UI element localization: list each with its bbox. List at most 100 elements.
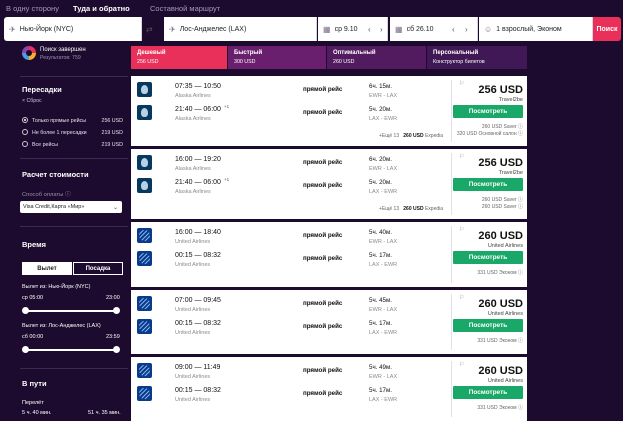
route: LAX - EWR	[369, 330, 398, 336]
vendor: United Airlines	[487, 311, 523, 317]
tab-round-trip[interactable]: Туда и обратно	[73, 4, 130, 13]
view-button[interactable]: Посмотреть	[453, 386, 523, 399]
flight-times: 16:00 — 18:40	[175, 229, 221, 236]
airline-logo-icon	[137, 155, 152, 170]
vendor: United Airlines	[487, 243, 523, 249]
sort-tab-title: Быстрый	[234, 50, 263, 56]
price: 260 USD	[478, 365, 523, 377]
stops-option-label: Только прямые рейсы	[32, 118, 87, 124]
passengers-field[interactable]: ☺ 1 взрослый, Эконом	[479, 17, 593, 41]
next-date-icon[interactable]: ›	[380, 17, 383, 41]
carrier-name: United Airlines	[175, 397, 211, 403]
tab-one-way[interactable]: В одну сторону	[6, 4, 59, 13]
duration: 5ч. 45м.	[369, 297, 392, 304]
next-return-icon[interactable]: ›	[465, 17, 468, 41]
prev-return-icon[interactable]: ‹	[452, 17, 455, 41]
flight-times: 00:15 — 08:32	[175, 252, 221, 259]
tab-multi-city[interactable]: Составной маршрут	[150, 4, 220, 13]
passengers-value: 1 взрослый, Эконом	[496, 25, 562, 33]
route: LAX - EWR	[369, 189, 398, 195]
info-icon: ⓘ	[64, 192, 71, 198]
stops-label: прямой рейс	[303, 86, 343, 93]
radio-all[interactable]	[22, 141, 28, 147]
view-button[interactable]: Посмотреть	[453, 251, 523, 264]
sort-tab-cheapest[interactable]: Дешевый 256 USD	[131, 46, 227, 69]
slider1-to: 23:00	[106, 295, 120, 301]
duration: 5ч. 40м.	[369, 229, 392, 236]
airline-logo-icon	[137, 178, 152, 193]
payment-select[interactable]: Visa Credit,Карта «Мир» ⌄	[20, 201, 122, 213]
vendor: Travel2be	[498, 170, 523, 176]
vendor: United Airlines	[487, 378, 523, 384]
flight-times: 21:40 — 06:00	[175, 106, 221, 113]
sort-tab-sub: 260 USD	[333, 59, 355, 65]
carrier-name: United Airlines	[175, 307, 211, 313]
extra-fare: 331 USD Эконом ⓘ	[477, 338, 523, 344]
stops-option-price: 256 USD	[101, 118, 124, 124]
result-card[interactable]: 09:00 — 11:49 United Airlines прямой рейс 5…	[131, 357, 527, 421]
result-card[interactable]: 07:00 — 09:45 United Airlines прямой рейс 5…	[131, 290, 527, 354]
origin-field[interactable]: ✈ Нью-Йорк (NYC)	[4, 17, 142, 41]
result-card[interactable]: 07:35 — 10:50 Alaska Airlines прямой рейс 6…	[131, 76, 527, 146]
price: 256 USD	[478, 157, 523, 169]
airline-logo-icon	[137, 386, 152, 401]
sort-tab-personal[interactable]: Персональный Конструктор билетов	[427, 46, 527, 69]
flight-times: 00:15 — 08:32	[175, 320, 221, 327]
airline-logo-icon	[137, 296, 152, 311]
flight-label: Перелёт	[22, 400, 44, 406]
segment-arrive[interactable]: Посадка	[73, 262, 123, 275]
journey-title: В пути	[22, 379, 47, 388]
depart-date-field[interactable]: ▦ ср 9.10	[318, 17, 388, 41]
price: 260 USD	[478, 230, 523, 242]
extra-fare: 260 USD Saver ⓘ	[481, 124, 523, 130]
sort-tab-fastest[interactable]: Быстрый 300 USD	[228, 46, 326, 69]
slider2-from: сб 00:00	[22, 334, 44, 340]
plane-landing-icon: ✈	[169, 24, 176, 34]
result-card[interactable]: 16:00 — 18:40 United Airlines прямой рейс 5…	[131, 222, 527, 287]
duration: 6ч. 15м.	[369, 83, 392, 90]
stops-title: Пересадки	[22, 85, 62, 94]
route: LAX - EWR	[369, 116, 398, 122]
radio-direct[interactable]	[22, 117, 28, 123]
flight-times: 07:35 — 10:50	[175, 83, 221, 90]
swap-icon[interactable]: ⇄	[146, 17, 153, 41]
reset-link[interactable]: × Сброс	[22, 98, 42, 104]
calendar-icon: ▦	[323, 24, 331, 34]
duration: 5ч. 20м.	[369, 106, 392, 113]
sort-tab-optimal[interactable]: Оптимальный 260 USD	[327, 46, 426, 69]
segment-depart[interactable]: Вылет	[22, 262, 72, 275]
prev-date-icon[interactable]: ‹	[368, 17, 371, 41]
airline-logo-icon	[137, 105, 152, 120]
search-status-icon	[22, 46, 36, 60]
return-date-value: сб 26.10	[406, 25, 434, 33]
stops-label: прямой рейс	[303, 159, 343, 166]
payment-label: Способ оплаты ⓘ	[22, 192, 71, 198]
result-card[interactable]: 16:00 — 19:20 Alaska Airlines прямой рейс 6…	[131, 149, 527, 219]
flight-times: 21:40 — 06:00	[175, 179, 221, 186]
next-day-badge: +1	[224, 177, 230, 182]
extra-fare: 331 USD Эконом ⓘ	[477, 270, 523, 276]
route: EWR - LAX	[369, 307, 398, 313]
stops-label: прямой рейс	[303, 390, 343, 397]
radio-one-stop[interactable]	[22, 129, 28, 135]
stops-label: прямой рейс	[303, 232, 343, 239]
carrier-name: Alaska Airlines	[175, 189, 211, 195]
next-day-badge: +1	[224, 104, 230, 109]
slider1-handle-start[interactable]	[22, 307, 29, 314]
view-button[interactable]: Посмотреть	[453, 105, 523, 118]
view-button[interactable]: Посмотреть	[453, 178, 523, 191]
price: 260 USD	[478, 298, 523, 310]
duration: 5ч. 17м.	[369, 252, 392, 259]
slider2-handle-end[interactable]	[113, 346, 120, 353]
flight-times: 09:00 — 11:49	[175, 364, 221, 371]
destination-field[interactable]: ✈ Лос-Анджелес (LAX)	[164, 17, 317, 41]
chevron-down-icon: ⌄	[112, 204, 118, 211]
view-button[interactable]: Посмотреть	[453, 319, 523, 332]
slider1-track	[24, 310, 117, 312]
stops-option-price: 219 USD	[101, 142, 124, 148]
divider	[20, 226, 128, 227]
slider1-handle-end[interactable]	[113, 307, 120, 314]
route: LAX - EWR	[369, 397, 398, 403]
slider2-handle-start[interactable]	[22, 346, 29, 353]
search-button[interactable]: Поиск	[593, 17, 621, 41]
